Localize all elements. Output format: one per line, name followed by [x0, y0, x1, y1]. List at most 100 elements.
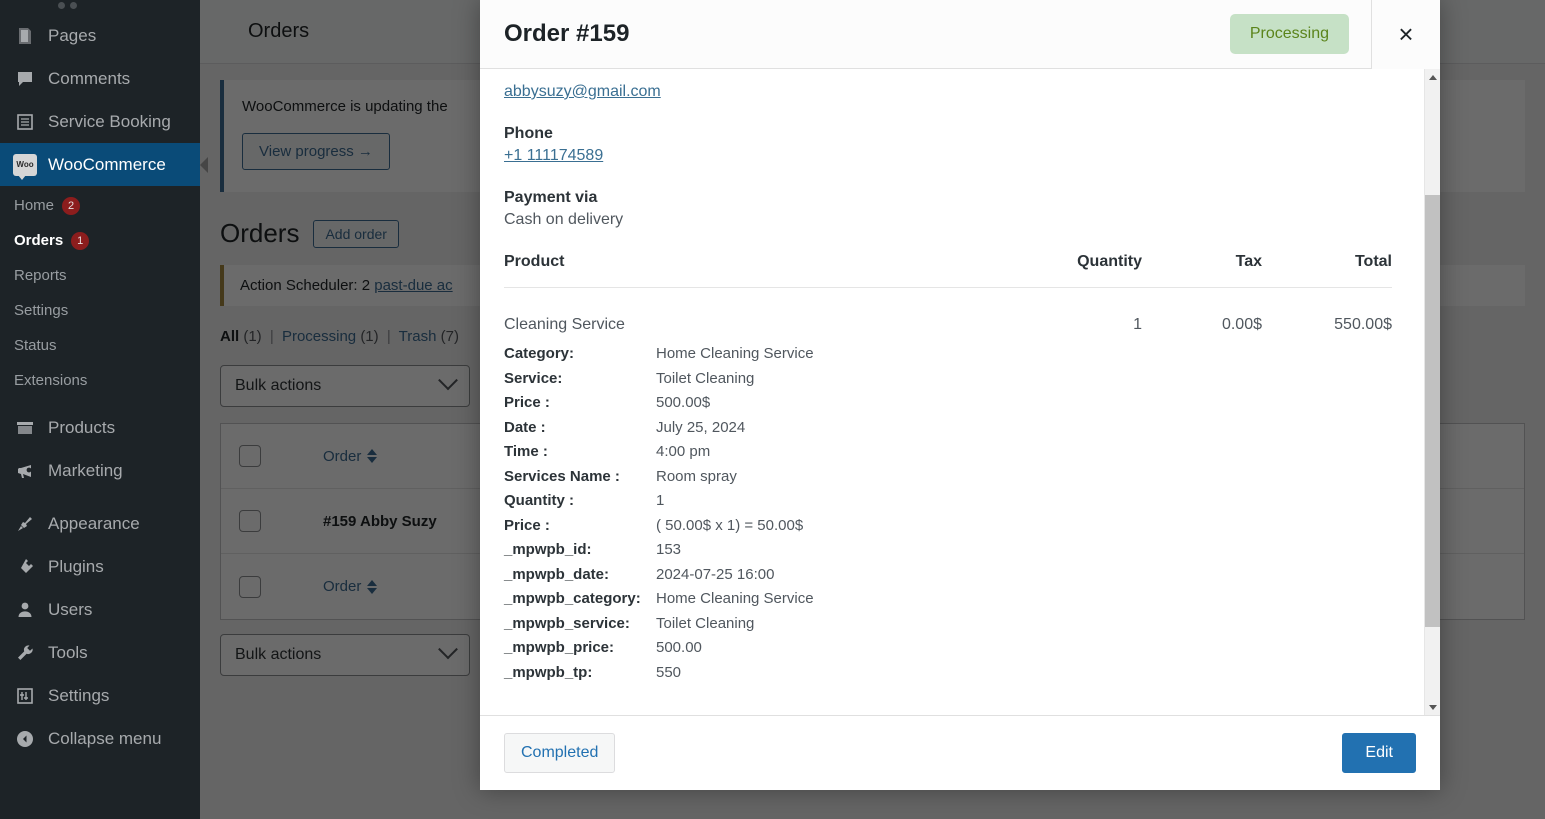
submenu-item-home[interactable]: Home 2	[0, 188, 200, 223]
scroll-down-arrow-icon[interactable]	[1425, 699, 1440, 715]
meta-key: Quantity :	[504, 492, 574, 509]
meta-row: _mpwpb_date: 2024-07-25 16:00	[504, 563, 1392, 588]
customer-phone-block: Phone +1 111174589	[504, 125, 1392, 165]
topbar-title: Orders	[248, 20, 310, 42]
meta-key: Date :	[504, 418, 546, 436]
sidebar-item-label: Users	[48, 599, 93, 619]
woo-logo: Woo	[13, 153, 37, 180]
filter-trash-count: (7)	[440, 328, 459, 345]
column-header-order[interactable]: Order	[323, 448, 378, 465]
modal-title: Order #159	[504, 20, 630, 47]
sidebar-item-label: Plugins	[48, 556, 104, 576]
sidebar-item-pages[interactable]: Pages	[0, 14, 200, 57]
submenu-item-orders[interactable]: Orders 1	[0, 223, 200, 258]
customer-email-link[interactable]: abbysuzy@gmail.com	[504, 83, 661, 100]
product-meta-list: Category: Home Cleaning Service Service:…	[504, 342, 1392, 685]
filter-processing-label[interactable]: Processing	[282, 328, 356, 345]
submenu-item-extensions[interactable]: Extensions	[0, 363, 200, 398]
sidebar-item-label: Products	[48, 417, 116, 437]
submenu-label: Orders	[14, 232, 64, 249]
meta-key: _mpwpb_service:	[504, 614, 630, 632]
order-link[interactable]: #159 Abby Suzy	[323, 513, 437, 530]
filter-all-label[interactable]: All	[220, 328, 239, 345]
meta-row: _mpwpb_category: Home Cleaning Service	[504, 587, 1392, 612]
sidebar-item-woocommerce[interactable]: Woo WooCommerce	[0, 143, 208, 186]
product-name: Cleaning Service	[504, 316, 625, 333]
past-due-actions-link[interactable]: past-due ac	[374, 277, 452, 294]
column-footer-order[interactable]: Order	[323, 578, 378, 595]
scroll-up-arrow-icon[interactable]	[1425, 69, 1440, 85]
woo-icon: Woo	[12, 152, 38, 180]
submenu-item-reports[interactable]: Reports	[0, 258, 200, 293]
sidebar-item-users[interactable]: Users	[0, 588, 200, 631]
submenu-label: Settings	[14, 302, 69, 319]
sidebar-item-media-partial[interactable]	[0, 0, 200, 14]
meta-value: 2024-07-25 16:00	[656, 565, 775, 583]
meta-key: _mpwpb_price:	[504, 639, 615, 656]
meta-key: Category:	[504, 345, 575, 362]
view-progress-button[interactable]: View progress →	[242, 133, 390, 170]
orders-count-badge: 1	[71, 231, 90, 250]
mark-completed-button[interactable]: Completed	[504, 733, 616, 773]
header-tax: Tax	[1142, 253, 1262, 288]
meta-row: Date : July 25, 2024	[504, 416, 1392, 441]
filter-trash-label[interactable]: Trash	[399, 328, 437, 345]
submenu-item-settings[interactable]: Settings	[0, 293, 200, 328]
close-icon[interactable]: ×	[1371, 0, 1440, 69]
meta-row: Price : ( 50.00$ x 1) = 50.00$	[504, 514, 1392, 539]
meta-row: Category: Home Cleaning Service	[504, 342, 1392, 367]
woocommerce-submenu: Home 2 Orders 1 Reports Settings Status …	[0, 186, 200, 406]
row-checkbox[interactable]	[239, 510, 261, 532]
sidebar-item-marketing[interactable]: Marketing	[0, 449, 200, 492]
modal-header: Order #159 Processing ×	[480, 0, 1440, 69]
products-header-row: Product Quantity Tax Total	[504, 253, 1392, 288]
meta-row: _mpwpb_id: 153	[504, 538, 1392, 563]
sort-arrows-icon[interactable]	[367, 449, 378, 463]
edit-order-button[interactable]: Edit	[1342, 733, 1416, 773]
sidebar-item-settings[interactable]: Settings	[0, 674, 200, 717]
sidebar-item-label: Collapse menu	[48, 728, 162, 748]
modal-body: abbysuzy@gmail.com Phone +1 111174589 Pa…	[480, 69, 1440, 715]
sidebar-item-appearance[interactable]: Appearance	[0, 502, 200, 545]
sidebar-item-comments[interactable]: Comments	[0, 57, 200, 100]
sidebar-item-tools[interactable]: Tools	[0, 631, 200, 674]
bulk-actions-bottom-value: Bulk actions	[235, 646, 322, 663]
sidebar-item-label: Appearance	[48, 513, 140, 533]
appearance-icon	[12, 511, 38, 537]
bulk-actions-top-value: Bulk actions	[235, 377, 322, 394]
order-products-table: Product Quantity Tax Total Cleaning Serv…	[504, 253, 1392, 334]
sidebar-item-label: Comments	[48, 68, 131, 88]
settings-icon	[12, 683, 38, 709]
header-quantity: Quantity	[1002, 253, 1142, 288]
submenu-item-status[interactable]: Status	[0, 328, 200, 363]
meta-key: Price :	[504, 394, 550, 411]
header-product: Product	[504, 253, 1002, 288]
modal-scrollbar[interactable]	[1424, 69, 1440, 715]
sidebar-item-products[interactable]: Products	[0, 406, 200, 449]
comments-icon	[12, 66, 38, 92]
select-all-checkbox-bottom[interactable]	[239, 575, 261, 598]
plugins-icon	[12, 554, 38, 580]
marketing-icon	[12, 458, 38, 484]
sidebar-item-plugins[interactable]: Plugins	[0, 545, 200, 588]
sidebar-item-label: Marketing	[48, 460, 123, 480]
sort-arrows-icon-bottom[interactable]	[367, 579, 378, 594]
sidebar-item-collapse-menu[interactable]: Collapse menu	[0, 717, 200, 760]
payment-method-value: Cash on delivery	[504, 211, 624, 228]
add-order-button[interactable]: Add order	[313, 219, 399, 248]
screen-root: Orders WooCommerce is updating the View …	[0, 0, 1545, 819]
meta-key: Time :	[504, 443, 548, 460]
scrollbar-thumb[interactable]	[1425, 195, 1440, 627]
product-tax: 0.00$	[1221, 316, 1262, 333]
meta-value: 4:00 pm	[656, 443, 711, 460]
sidebar-item-label: Settings	[48, 685, 110, 705]
pages-icon	[12, 23, 38, 49]
sidebar-item-service-booking[interactable]: Service Booking	[0, 100, 200, 143]
bulk-actions-select-bottom[interactable]: Bulk actions	[220, 634, 470, 676]
column-footer-order-label: Order	[323, 578, 362, 595]
sidebar-item-label: WooCommerce	[48, 154, 166, 174]
customer-phone-link[interactable]: +1 111174589	[504, 147, 603, 164]
media-icon	[58, 2, 77, 9]
select-all-checkbox[interactable]	[239, 445, 261, 467]
bulk-actions-select-top[interactable]: Bulk actions	[220, 365, 470, 407]
